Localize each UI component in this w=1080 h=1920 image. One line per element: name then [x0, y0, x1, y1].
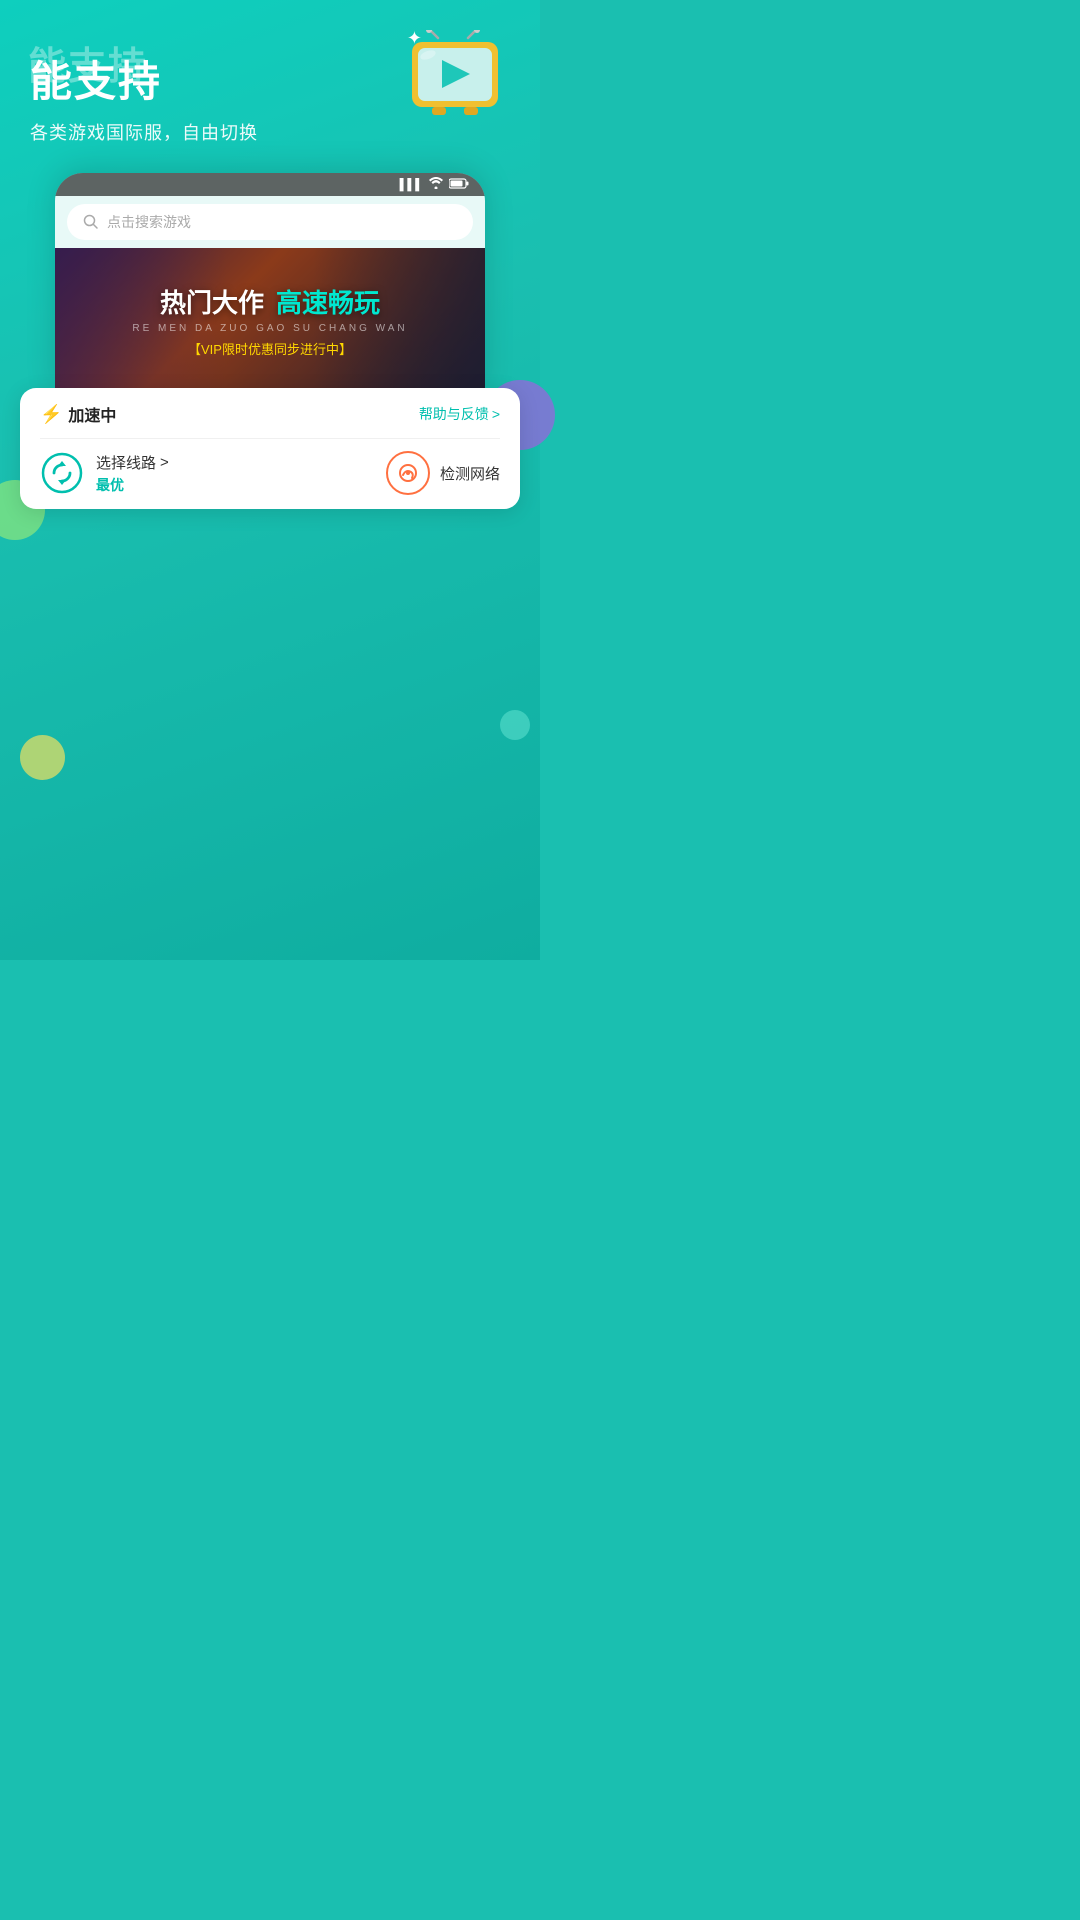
sparkle-decoration: ✦	[407, 28, 422, 49]
decorative-blob-teal	[500, 710, 530, 740]
banner-main-text: 热门大作	[160, 283, 264, 320]
banner-main-text2: 高速畅玩	[276, 283, 380, 320]
accel-card: ⚡ 加速中 帮助与反馈 > 选择线路 >	[20, 388, 520, 509]
route-row: 选择线路 > 最优 检测网络	[40, 439, 500, 495]
battery-icon	[449, 178, 469, 192]
banner-vip-text: 【VIP限时优惠同步进行中】	[188, 339, 352, 358]
phone-banner: 热门大作 高速畅玩 RE MEN DA ZUO GAO SU CHANG WAN…	[55, 248, 485, 393]
help-chevron-icon: >	[492, 406, 500, 422]
help-link-text: 帮助与反馈	[419, 404, 489, 424]
network-label: 检测网络	[440, 463, 500, 484]
route-optimal: 最优	[96, 475, 169, 495]
accel-status-label: 加速中	[68, 402, 116, 426]
signal-icon: ▌▌▌	[400, 179, 423, 191]
search-placeholder: 点击搜索游戏	[107, 212, 191, 232]
lightning-icon: ⚡	[40, 404, 62, 425]
search-icon	[83, 214, 99, 230]
route-left: 选择线路 > 最优	[40, 451, 169, 495]
help-link[interactable]: 帮助与反馈 >	[419, 404, 500, 424]
network-right[interactable]: 检测网络	[386, 451, 500, 495]
phone-mockup: ▌▌▌ 点击搜索游戏 热门大作 高速畅玩	[55, 173, 485, 393]
accel-status: ⚡ 加速中	[40, 402, 116, 426]
refresh-icon[interactable]	[40, 451, 84, 495]
network-detect-icon	[386, 451, 430, 495]
route-label[interactable]: 选择线路 >	[96, 452, 169, 473]
banner-sub-text: RE MEN DA ZUO GAO SU CHANG WAN	[132, 323, 407, 334]
route-chevron-icon: >	[160, 454, 169, 471]
route-info: 选择线路 > 最优	[96, 452, 169, 495]
decorative-blob-yellow	[20, 735, 65, 780]
phone-status-bar: ▌▌▌	[55, 173, 485, 196]
wifi-icon	[429, 177, 443, 192]
accel-status-row: ⚡ 加速中 帮助与反馈 >	[40, 402, 500, 439]
route-label-text: 选择线路	[96, 452, 156, 473]
phone-search-bar[interactable]: 点击搜索游戏	[67, 204, 473, 240]
